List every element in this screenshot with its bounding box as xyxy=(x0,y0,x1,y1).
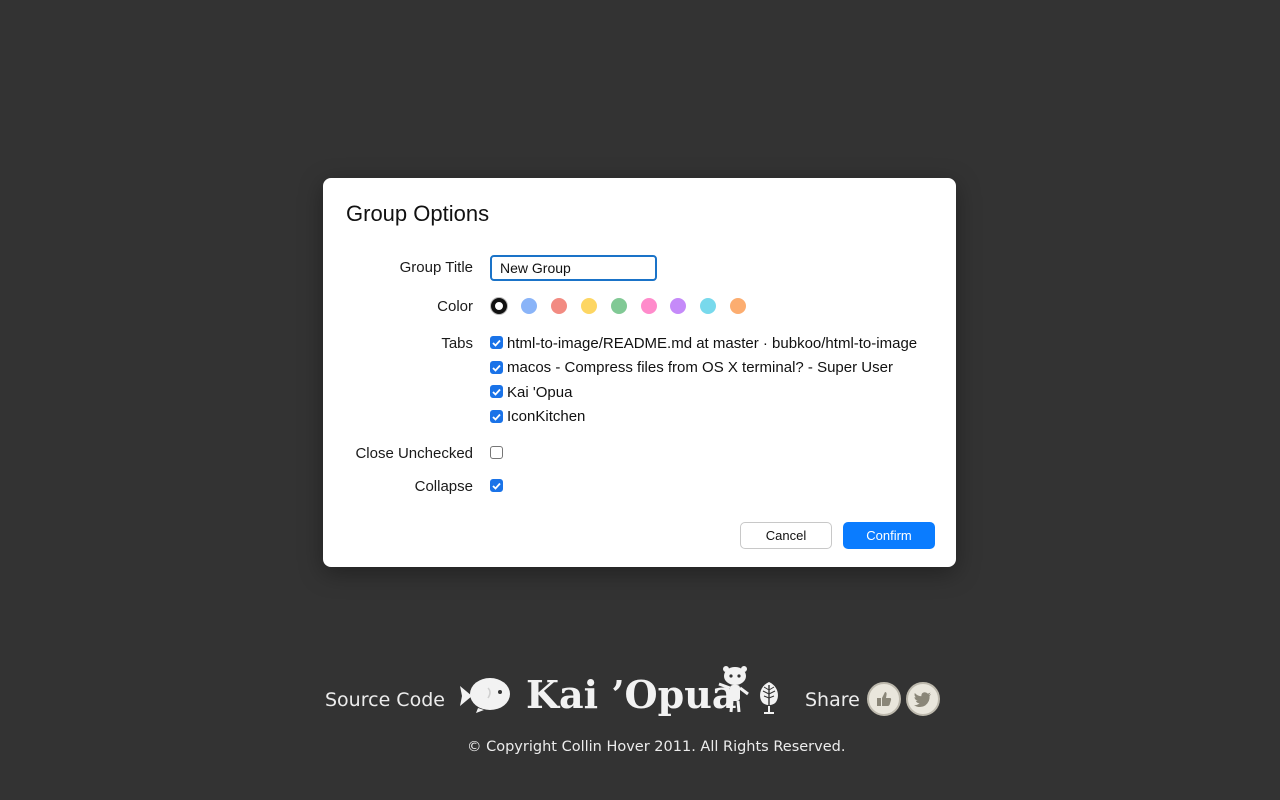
color-swatch[interactable] xyxy=(550,298,567,314)
collapse-label: Collapse xyxy=(414,478,473,495)
color-swatch[interactable] xyxy=(700,298,717,314)
close-unchecked-label: Close Unchecked xyxy=(355,445,473,462)
group-options-dialog: Group Options Group Title Color Tabs htm… xyxy=(323,178,956,567)
page: Group Options Group Title Color Tabs htm… xyxy=(0,0,1280,800)
share-label: Share xyxy=(805,689,860,711)
close-unchecked-checkbox[interactable] xyxy=(490,446,503,459)
tab-item-title: macos - Compress files from OS X termina… xyxy=(507,359,893,376)
color-swatch[interactable] xyxy=(491,298,507,314)
color-label: Color xyxy=(437,298,473,315)
cancel-button[interactable]: Cancel xyxy=(740,522,832,549)
collapse-checkbox[interactable] xyxy=(490,479,503,492)
tabs-label: Tabs xyxy=(441,335,473,352)
brand-name: Kai ’Opua xyxy=(526,672,737,717)
tab-checkbox[interactable] xyxy=(490,410,503,423)
color-swatch[interactable] xyxy=(640,298,657,314)
leaf-plant-icon xyxy=(756,680,782,714)
copyright-text: © Copyright Collin Hover 2011. All Right… xyxy=(467,739,846,755)
confirm-button[interactable]: Confirm xyxy=(843,522,935,549)
tab-checkbox[interactable] xyxy=(490,361,503,374)
thumbs-up-icon[interactable] xyxy=(867,682,901,716)
tab-item-title: html-to-image/README.md at master · bubk… xyxy=(507,335,918,352)
group-title-input[interactable] xyxy=(490,255,657,281)
color-swatch[interactable] xyxy=(520,298,537,314)
twitter-bird-icon[interactable] xyxy=(906,682,940,716)
tab-item-title: IconKitchen xyxy=(507,408,586,425)
whale-logo-icon[interactable] xyxy=(458,674,514,714)
dialog-title: Group Options xyxy=(346,201,490,226)
color-swatch[interactable] xyxy=(670,298,687,314)
color-swatch[interactable] xyxy=(730,298,747,314)
tab-checkbox[interactable] xyxy=(490,336,503,349)
source-code-link[interactable]: Source Code xyxy=(325,689,445,711)
color-swatch[interactable] xyxy=(610,298,627,314)
tab-item-title: Kai 'Opua xyxy=(507,384,573,401)
mascot-character-icon xyxy=(715,666,753,714)
tab-checkbox[interactable] xyxy=(490,385,503,398)
group-title-label: Group Title xyxy=(399,259,473,276)
color-swatch[interactable] xyxy=(580,298,597,314)
